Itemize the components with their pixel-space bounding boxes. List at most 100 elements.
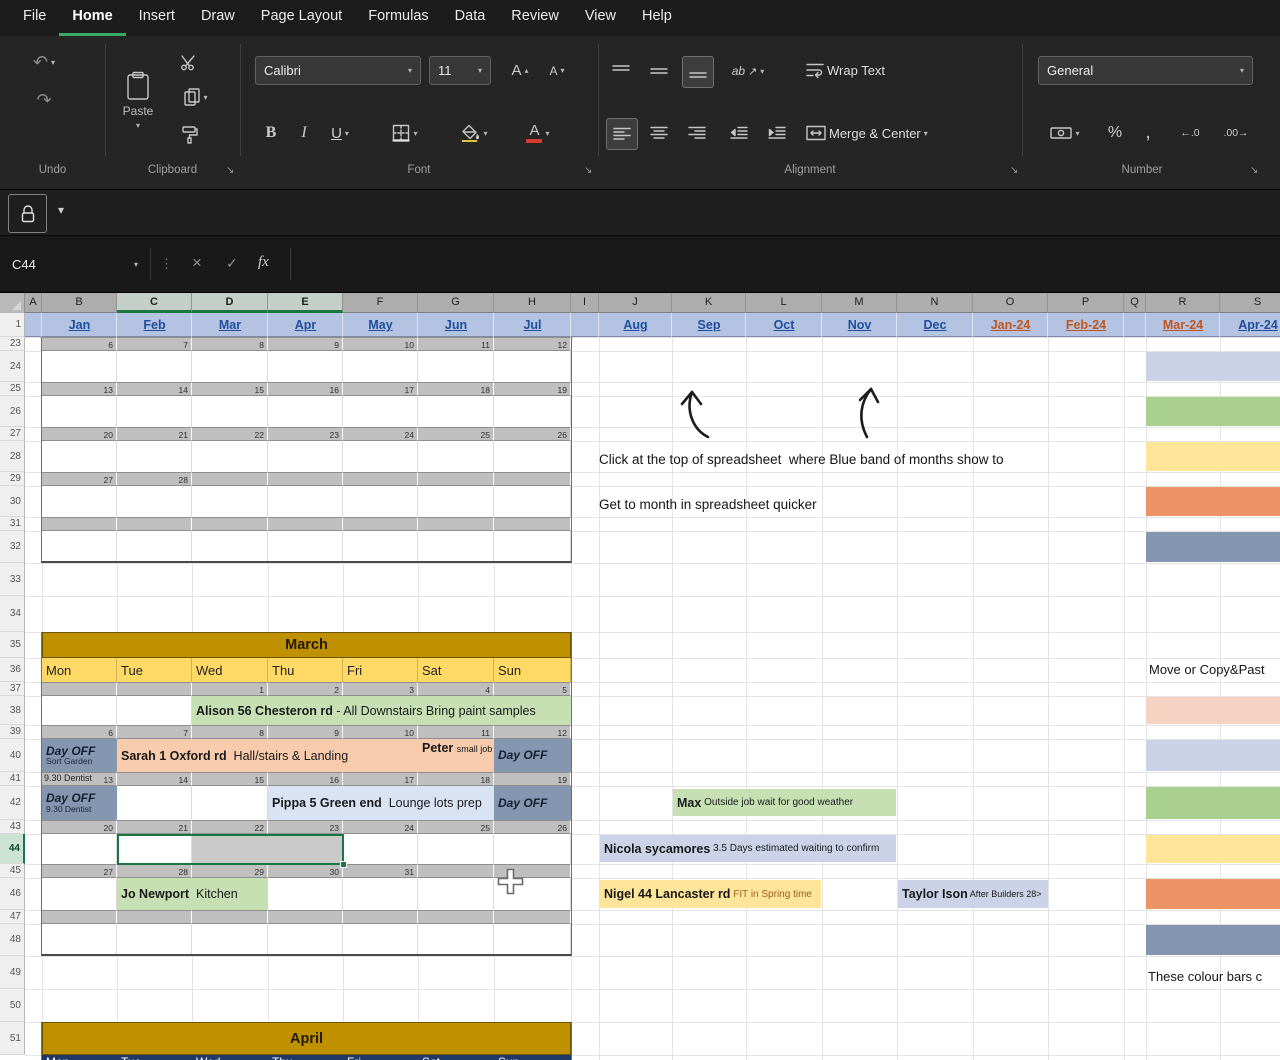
orientation-button[interactable]: ab ↗ ▾ xyxy=(724,56,772,86)
align-right-button[interactable] xyxy=(682,118,712,148)
align-bottom-button[interactable] xyxy=(682,56,714,88)
accounting-icon xyxy=(1050,127,1073,139)
align-left-button[interactable] xyxy=(606,118,638,150)
cancel-entry-icon[interactable]: × xyxy=(192,253,202,273)
wrap-text-button[interactable]: Wrap Text xyxy=(806,54,936,86)
day-off-label: Day OFF xyxy=(498,748,548,763)
menu-tab-home[interactable]: Home xyxy=(59,0,126,36)
name-box-drag-dots-icon[interactable]: ⋮ xyxy=(160,256,173,272)
align-center-button[interactable] xyxy=(644,118,674,148)
paste-label: Paste xyxy=(122,103,154,118)
decrease-decimal-button[interactable]: .00→ xyxy=(1216,118,1256,148)
number-dialog-launcher-icon[interactable]: ↘ xyxy=(1250,165,1258,176)
accounting-format-button[interactable]: ▾ xyxy=(1040,118,1090,148)
font-dialog-launcher-icon[interactable]: ↘ xyxy=(584,165,592,176)
chevron-down-icon: ▾ xyxy=(1239,66,1244,75)
merge-center-button[interactable]: Merge & Center ▾ xyxy=(806,118,1010,148)
event-nigel[interactable]: Nigel 44 Lancaster rd FIT in Spring time xyxy=(600,880,821,908)
event-jo-name: Jo Newport xyxy=(121,887,190,901)
decrease-indent-button[interactable] xyxy=(724,118,754,148)
group-separator xyxy=(1022,44,1023,156)
menu-tab-help[interactable]: Help xyxy=(629,0,685,36)
grow-font-icon: A xyxy=(511,62,522,79)
copy-icon xyxy=(184,88,201,106)
march-title[interactable]: March xyxy=(42,632,571,658)
april-title[interactable]: April xyxy=(42,1022,571,1055)
undo-button[interactable]: ↶ ▾ xyxy=(14,46,74,78)
note-colour-bars: These colour bars c xyxy=(1148,969,1263,984)
selection-fill-handle[interactable] xyxy=(340,861,347,868)
align-top-button[interactable] xyxy=(606,56,636,86)
bold-button[interactable]: B xyxy=(256,118,286,148)
comma-style-button[interactable]: , xyxy=(1136,118,1160,148)
event-day-off-mon-1[interactable]: Day OFF Sort Garden xyxy=(42,739,117,772)
event-peter[interactable]: Peter small job xyxy=(418,739,494,772)
fill-color-button[interactable]: ▾ xyxy=(452,118,496,148)
event-taylor[interactable]: Taylor Ison After Builders 28> xyxy=(898,880,1048,908)
event-sarah[interactable]: Sarah 1 Oxford rd Hall/stairs & Landing xyxy=(117,739,418,772)
align-top-icon xyxy=(612,65,630,71)
align-middle-button[interactable] xyxy=(644,56,674,86)
font-color-button[interactable]: A ▾ xyxy=(516,118,560,148)
protect-sheet-button[interactable] xyxy=(8,194,47,233)
group-separator xyxy=(105,44,106,156)
align-right-icon xyxy=(688,126,706,139)
group-separator xyxy=(240,44,241,156)
chevron-down-icon: ▾ xyxy=(923,128,928,138)
menu-tab-draw[interactable]: Draw xyxy=(188,0,248,36)
chevron-down-icon: ▾ xyxy=(344,128,349,138)
italic-button[interactable]: I xyxy=(290,118,318,148)
formula-input[interactable] xyxy=(291,236,1280,293)
font-name-select[interactable]: Calibri ▾ xyxy=(255,56,421,85)
wrap-text-label: Wrap Text xyxy=(827,62,886,78)
increase-font-button[interactable]: A ▴ xyxy=(503,56,537,85)
event-day-off-sun-2[interactable]: Day OFF xyxy=(494,786,571,820)
event-max[interactable]: Max Outside job wait for good weather xyxy=(673,789,896,816)
group-label-alignment: Alignment xyxy=(784,164,836,176)
increase-decimal-button[interactable]: ←.0 xyxy=(1170,118,1210,148)
menu-tab-review[interactable]: Review xyxy=(498,0,572,36)
redo-button[interactable]: ↷ xyxy=(14,84,74,116)
formula-bar-separator xyxy=(150,248,151,280)
event-alison[interactable]: Alison 56 Chesteron rd - All Downstairs … xyxy=(192,696,571,725)
menu-tab-view[interactable]: View xyxy=(572,0,629,36)
clipboard-dialog-launcher-icon[interactable]: ↘ xyxy=(226,165,234,176)
redo-icon: ↷ xyxy=(36,90,52,110)
decrease-font-button[interactable]: A ▾ xyxy=(541,56,573,85)
confirm-entry-icon[interactable]: ✓ xyxy=(226,255,238,272)
format-painter-button[interactable] xyxy=(172,122,206,148)
font-size-value: 11 xyxy=(438,63,452,78)
wrap-text-icon xyxy=(806,63,824,78)
name-box[interactable]: C44 ▾ xyxy=(0,236,150,293)
menu-tab-file[interactable]: File xyxy=(10,0,59,36)
percent-style-button[interactable]: % xyxy=(1102,118,1128,148)
event-day-off-mon-2[interactable]: Day OFF 9.30 Dentist xyxy=(42,786,117,820)
event-nigel-name: Nigel 44 Lancaster rd xyxy=(604,887,731,901)
quick-access-row: ▾ xyxy=(0,190,1280,236)
undo-icon: ↶ xyxy=(32,52,49,72)
ribbon-options-chevron-icon[interactable]: ▾ xyxy=(58,203,64,217)
formula-bar: C44 ▾ ⋮ × ✓ fx xyxy=(0,236,1280,293)
event-sarah-detail: Hall/stairs & Landing xyxy=(226,748,349,763)
underline-button[interactable]: U ▾ xyxy=(322,118,358,148)
insert-function-icon[interactable]: fx xyxy=(258,254,269,271)
cut-button[interactable] xyxy=(172,50,206,76)
font-size-select[interactable]: 11 ▾ xyxy=(429,56,491,85)
borders-button[interactable]: ▾ xyxy=(384,118,426,148)
alignment-dialog-launcher-icon[interactable]: ↘ xyxy=(1010,165,1018,176)
event-day-off-sun-1[interactable]: Day OFF xyxy=(494,739,571,772)
menu-tab-data[interactable]: Data xyxy=(442,0,499,36)
menu-tab-insert[interactable]: Insert xyxy=(126,0,188,36)
lock-icon xyxy=(21,204,34,222)
cell-cursor-icon xyxy=(497,868,524,895)
event-max-detail: Outside job wait for good weather xyxy=(701,797,854,808)
paste-button[interactable]: Paste ▾ xyxy=(110,44,166,156)
increase-indent-button[interactable] xyxy=(762,118,792,148)
number-format-select[interactable]: General ▾ xyxy=(1038,56,1253,85)
event-jo[interactable]: Jo Newport Kitchen xyxy=(117,878,268,910)
menu-tab-page-layout[interactable]: Page Layout xyxy=(248,0,355,36)
copy-button[interactable]: ▾ xyxy=(172,84,220,110)
event-nicola[interactable]: Nicola sycamores 3.5 Days estimated wait… xyxy=(600,835,896,862)
menu-tab-formulas[interactable]: Formulas xyxy=(355,0,441,36)
event-pippa[interactable]: Pippa 5 Green end Lounge lots prep xyxy=(268,786,494,820)
